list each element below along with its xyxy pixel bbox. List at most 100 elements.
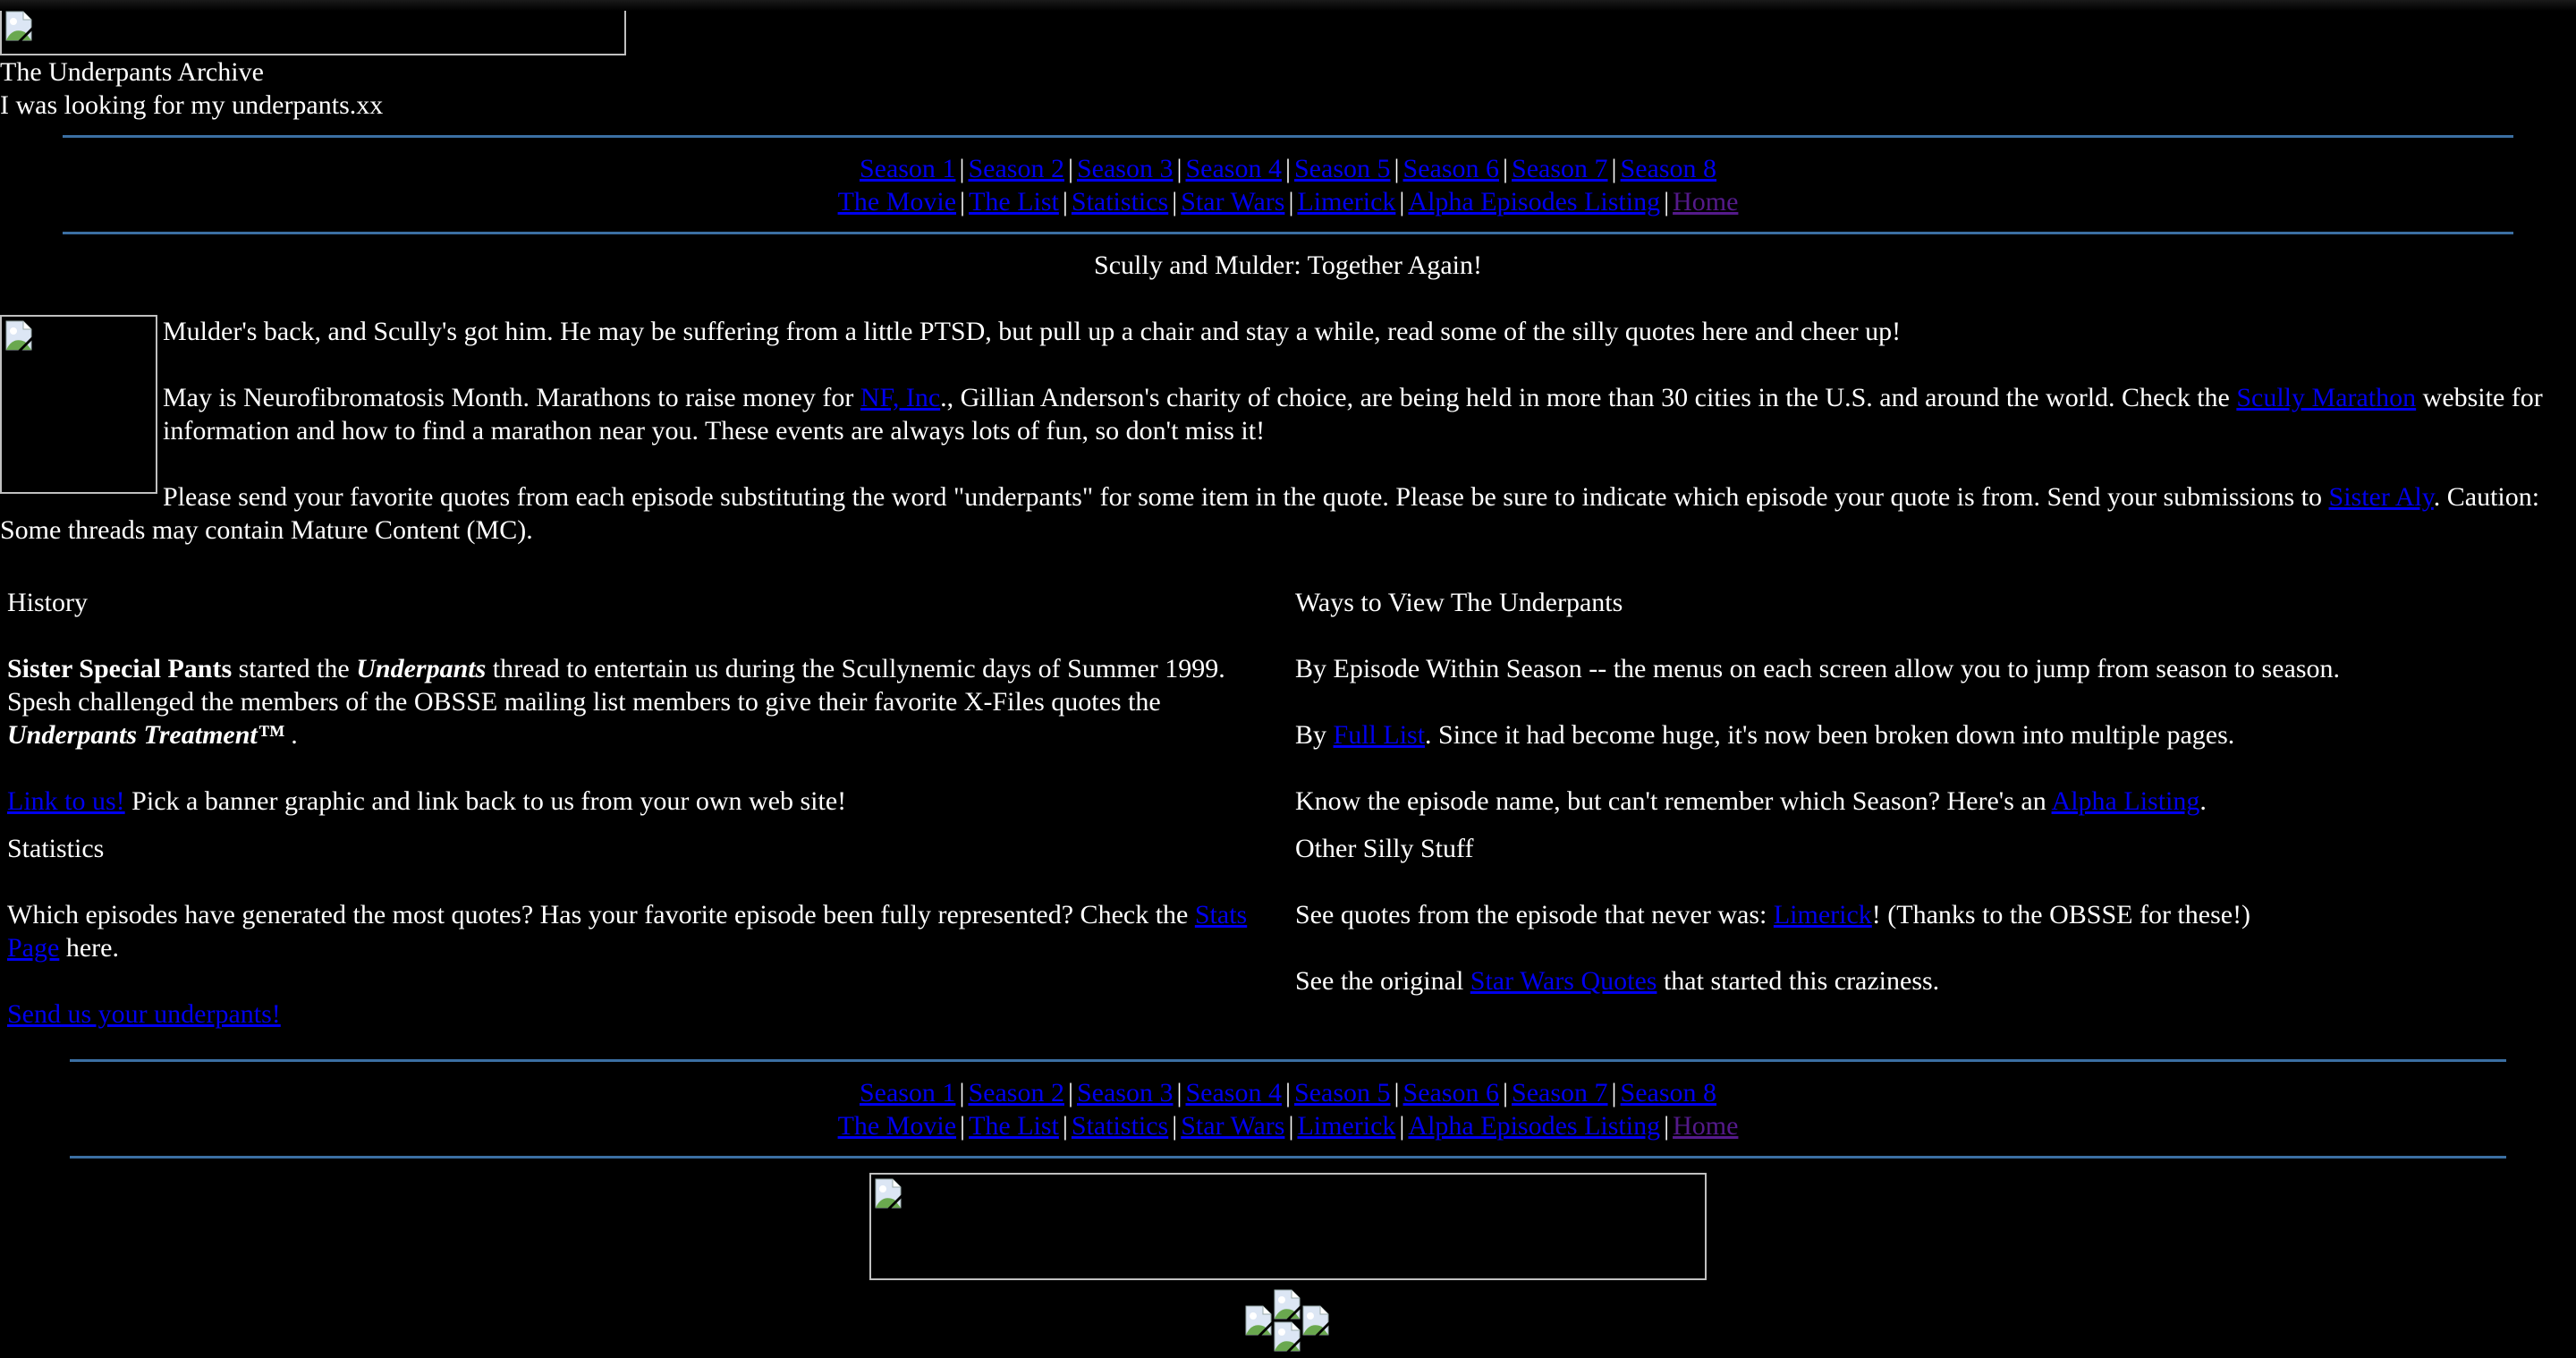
other-section: Other Silly Stuff See quotes from the ep… (1295, 832, 2565, 997)
nav-season-6[interactable]: Season 6 (1403, 154, 1500, 183)
footer-icon-left[interactable] (1245, 1305, 1272, 1336)
broken-image-icon (5, 11, 32, 41)
ways-section: Ways to View The Underpants By Episode W… (1295, 586, 2565, 818)
statistics-text: here. (59, 933, 119, 963)
star-wars-quotes-link[interactable]: Star Wars Quotes (1470, 966, 1657, 996)
footer-nav-star-wars[interactable]: Star Wars (1181, 1111, 1284, 1141)
footer-nav-season-5[interactable]: Season 5 (1294, 1078, 1391, 1108)
nav-separator: | (1288, 187, 1294, 216)
link-to-us-link[interactable]: Link to us! (7, 786, 125, 816)
statistics-paragraph: Which episodes have generated the most q… (7, 898, 1268, 964)
scully-marathon-link[interactable]: Scully Marathon (2236, 383, 2416, 412)
intro-paragraph-1: Mulder's back, and Scully's got him. He … (163, 317, 1902, 346)
footer-nav-limerick[interactable]: Limerick (1297, 1111, 1395, 1141)
footer-banner-image[interactable] (869, 1173, 1707, 1280)
nav-separator: | (1172, 187, 1178, 216)
full-list-link[interactable]: Full List (1334, 720, 1426, 750)
extras-nav: The Movie | The List | Statistics | Star Wars |… (0, 185, 2576, 218)
season-nav: Season 1 | Season 2 | Season 3 | Season 4 | Seas… (0, 152, 2576, 185)
nav-home[interactable]: Home (1673, 187, 1738, 216)
nav-separator: | (1664, 1111, 1670, 1141)
footer-divider-bottom (70, 1156, 2506, 1159)
footer-nav-season-2[interactable]: Season 2 (968, 1078, 1064, 1108)
ways-text: Know the episode name, but can't remembe… (1295, 786, 2052, 816)
link-to-us-text: Pick a banner graphic and link back to u… (124, 786, 847, 816)
nf-inc-link[interactable]: NF, Inc (860, 383, 940, 412)
top-banner-image (0, 5, 626, 55)
nav-the-movie[interactable]: The Movie (838, 187, 956, 216)
other-text: ! (Thanks to the OBSSE for these!) (1871, 900, 2251, 929)
footer-extras-nav: The Movie | The List | Statistics | Star Wars |… (0, 1109, 2576, 1142)
intro-p3-text: Please send your favorite quotes from ea… (163, 482, 2329, 512)
nav-season-1[interactable]: Season 1 (860, 154, 956, 183)
footer-nav-season-1[interactable]: Season 1 (860, 1078, 956, 1108)
nav-star-wars[interactable]: Star Wars (1181, 187, 1284, 216)
history-paragraph: Sister Special Pants started the Underpa… (7, 652, 1268, 751)
underpants-emphasis: Underpants (356, 654, 487, 683)
nav-separator: | (1503, 1078, 1509, 1108)
footer-nav-the-list[interactable]: The List (969, 1111, 1059, 1141)
ways-heading: Ways to View The Underpants (1295, 588, 1623, 617)
other-text: See the original (1295, 966, 1470, 996)
nav-separator: | (1067, 154, 1073, 183)
other-paragraph-2: See the original Star Wars Quotes that s… (1295, 964, 2565, 997)
footer-nav-home[interactable]: Home (1673, 1111, 1738, 1141)
footer-nav-season-4[interactable]: Season 4 (1185, 1078, 1282, 1108)
footer-nav-alpha-episodes-listing[interactable]: Alpha Episodes Listing (1408, 1111, 1660, 1141)
nav-divider-top (63, 135, 2513, 138)
nav-separator: | (960, 187, 966, 216)
nav-limerick[interactable]: Limerick (1297, 187, 1395, 216)
footer-nav-season-3[interactable]: Season 3 (1077, 1078, 1174, 1108)
nav-season-8[interactable]: Season 8 (1621, 154, 1717, 183)
sister-aly-link[interactable]: Sister Aly (2329, 482, 2434, 512)
footer-nav-season-7[interactable]: Season 7 (1512, 1078, 1608, 1108)
footer-icon-right[interactable] (1302, 1305, 1329, 1336)
nav-separator: | (959, 154, 965, 183)
underpants-treatment-emphasis: Underpants Treatment™ (7, 720, 284, 750)
nav-separator: | (1399, 187, 1405, 216)
other-paragraph-1: See quotes from the episode that never w… (1295, 898, 2565, 931)
ways-paragraph-3: Know the episode name, but can't remembe… (1295, 785, 2565, 818)
nav-separator: | (1172, 1111, 1178, 1141)
footer-nav-statistics[interactable]: Statistics (1072, 1111, 1168, 1141)
footer-nav-season-8[interactable]: Season 8 (1621, 1078, 1717, 1108)
nav-separator: | (1062, 187, 1068, 216)
footer-nav-season-6[interactable]: Season 6 (1403, 1078, 1500, 1108)
nav-season-5[interactable]: Season 5 (1294, 154, 1391, 183)
nav-separator: | (1176, 1078, 1182, 1108)
nav-separator: | (960, 1111, 966, 1141)
ways-paragraph-1: By Episode Within Season -- the menus on… (1295, 654, 2341, 683)
intro-paragraph-2: May is Neurofibromatosis Month. Marathon… (163, 381, 2576, 447)
sister-special-pants-name: Sister Special Pants (7, 654, 233, 683)
nav-the-list[interactable]: The List (969, 187, 1059, 216)
intro-p2-text: ., Gillian Anderson's charity of choice,… (940, 383, 2237, 412)
nav-season-2[interactable]: Season 2 (968, 154, 1064, 183)
other-heading: Other Silly Stuff (1295, 834, 1474, 863)
footer-icon-top[interactable] (1274, 1289, 1301, 1320)
footer-divider-top (70, 1059, 2506, 1062)
statistics-section: Statistics Which episodes have generated… (7, 832, 1268, 1031)
alpha-listing-link[interactable]: Alpha Listing (2052, 786, 2200, 816)
intro-paragraph-3: Please send your favorite quotes from ea… (0, 480, 2558, 547)
other-text: that started this craziness. (1657, 966, 1940, 996)
send-underpants-link[interactable]: Send us your underpants! (7, 999, 281, 1029)
nav-statistics[interactable]: Statistics (1072, 187, 1168, 216)
footer-icon-bottom[interactable] (1274, 1321, 1301, 1352)
nav-season-4[interactable]: Season 4 (1185, 154, 1282, 183)
nav-separator: | (1394, 154, 1400, 183)
intro-photo (0, 315, 157, 494)
nav-season-7[interactable]: Season 7 (1512, 154, 1608, 183)
history-text: started the (232, 654, 357, 683)
history-heading: History (7, 588, 88, 617)
nav-alpha-episodes-listing[interactable]: Alpha Episodes Listing (1408, 187, 1660, 216)
limerick-link[interactable]: Limerick (1774, 900, 1872, 929)
history-text: . (284, 720, 298, 750)
nav-separator: | (1399, 1111, 1405, 1141)
footer-nav-the-movie[interactable]: The Movie (838, 1111, 956, 1141)
nav-season-3[interactable]: Season 3 (1077, 154, 1174, 183)
nav-separator: | (1611, 154, 1617, 183)
ways-paragraph-2: By Full List. Since it had become huge, … (1295, 718, 2565, 751)
broken-image-icon (5, 320, 32, 351)
nav-separator: | (1288, 1111, 1294, 1141)
send-underpants-line: Send us your underpants! (7, 997, 1268, 1031)
